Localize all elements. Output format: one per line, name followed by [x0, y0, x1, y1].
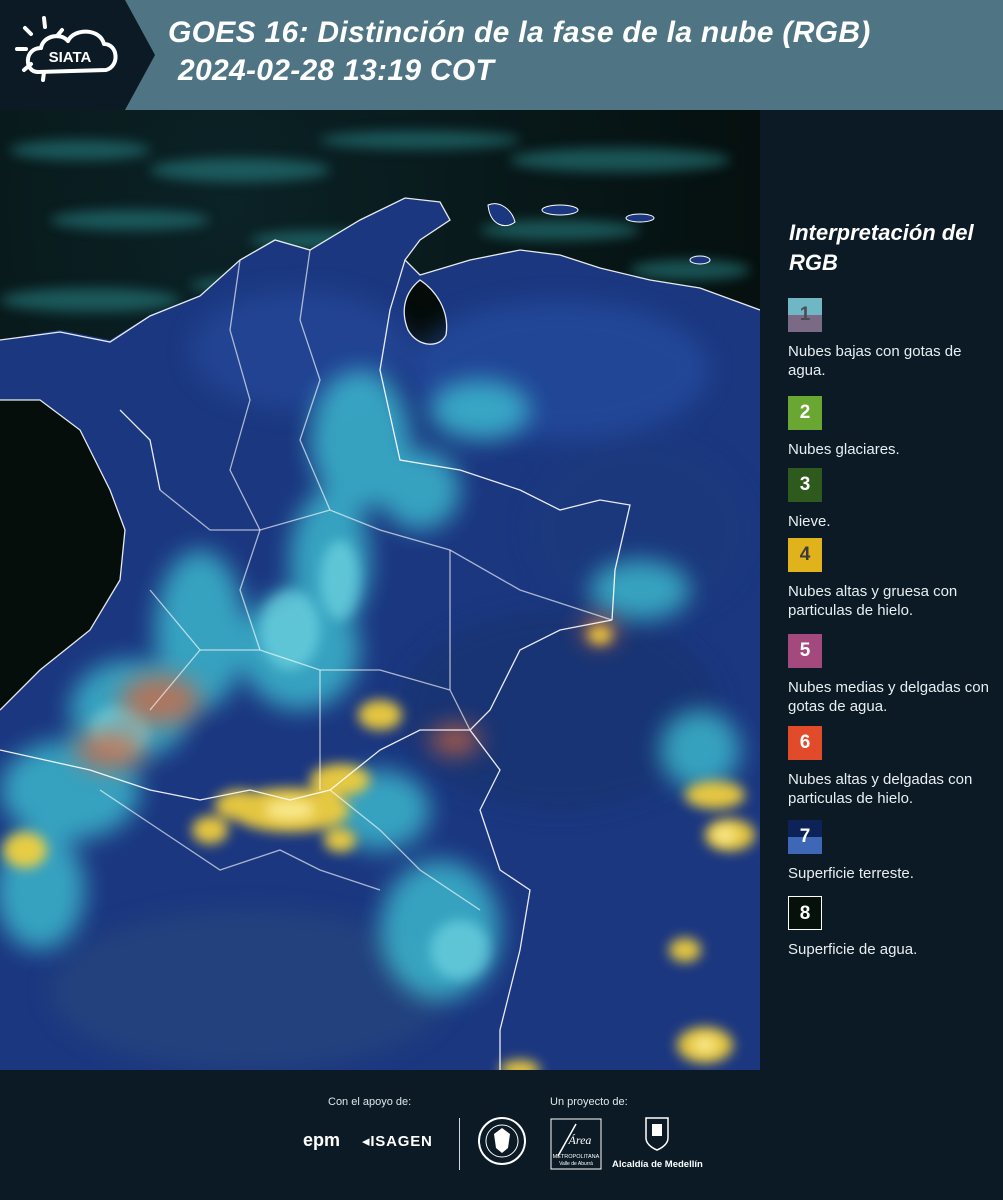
legend-number: 8: [799, 903, 811, 924]
medellin-shield-icon: [645, 1117, 669, 1151]
legend-item-4: 4 Nubes altas y gruesa con particulas de…: [788, 538, 998, 620]
header-bar: SIATA GOES 16: Distinción de la fase de …: [0, 0, 1003, 110]
legend-number: 2: [799, 402, 811, 423]
legend-item-6: 6 Nubes altas y delgadas con particulas …: [788, 726, 998, 808]
logo-panel: SIATA: [0, 0, 125, 110]
siata-logo-icon: SIATA: [15, 16, 118, 82]
legend-item-5: 5 Nubes medias y delgadas con gotas de a…: [788, 634, 998, 716]
logo-text: SIATA: [49, 49, 92, 66]
legend-swatch: 3: [788, 468, 822, 502]
legend-label: Nubes bajas con gotas de agua.: [788, 343, 962, 379]
page-title: GOES 16: Distinción de la fase de la nub…: [168, 16, 871, 49]
satellite-map: [0, 110, 760, 1070]
legend-label: Nieve.: [788, 513, 831, 530]
legend-swatch: 2: [788, 396, 822, 430]
timestamp: 2024-02-28 13:19 COT: [178, 54, 495, 87]
legend-swatch: 6: [788, 726, 822, 760]
legend-item-2: 2 Nubes glaciares.: [788, 396, 998, 459]
legend-label: Nubes altas y gruesa con particulas de h…: [788, 583, 958, 619]
isagen-logo: ◂ISAGEN: [362, 1132, 433, 1150]
logo-arrow: [125, 0, 155, 110]
amva-line1: METROPOLITANA: [553, 1154, 600, 1160]
legend-swatch: 1: [788, 298, 822, 332]
medellin-logo: Alcaldía de Medellín: [612, 1116, 703, 1170]
isagen-text: ISAGEN: [370, 1133, 433, 1150]
amva-line2: Valle de Aburrá: [559, 1161, 593, 1167]
legend-item-1: 1 Nubes bajas con gotas de agua.: [788, 298, 998, 380]
legend-swatch: 8: [788, 896, 822, 930]
footer: Con el apoyo de: Un proyecto de: epm ◂IS…: [0, 1070, 1003, 1200]
legend-label: Nubes altas y delgadas con particulas de…: [788, 771, 973, 807]
amva-icon: Área METROPOLITANA Valle de Aburrá: [550, 1118, 602, 1170]
legend-number: 4: [799, 544, 811, 565]
legend-swatch: 4: [788, 538, 822, 572]
footer-divider: [459, 1118, 460, 1170]
map-image: [0, 110, 760, 1070]
legend-item-7: 7 Superficie terreste.: [788, 820, 998, 883]
legend-number: 6: [799, 732, 811, 753]
legend-title: Interpretación del RGB: [789, 220, 974, 275]
legend-label: Superficie de agua.: [788, 941, 918, 958]
legend-label: Nubes glaciares.: [788, 441, 900, 458]
legend-number: 5: [799, 640, 811, 661]
legend-swatch: 7: [788, 820, 822, 854]
project-label: Un proyecto de:: [550, 1096, 628, 1108]
legend-item-8: 8 Superficie de agua.: [788, 896, 998, 959]
amva-name: Área: [568, 1133, 592, 1147]
amva-logo: Área METROPOLITANA Valle de Aburrá: [550, 1118, 602, 1175]
legend-label: Nubes medias y delgadas con gotas de agu…: [788, 679, 989, 715]
legend-number: 3: [799, 474, 811, 495]
legend-panel: Interpretación del RGB 1 Nubes bajas con…: [775, 110, 1003, 1070]
epm-logo: epm: [303, 1130, 341, 1150]
legend-item-3: 3 Nieve.: [788, 468, 998, 531]
legend-swatch: 5: [788, 634, 822, 668]
antioquia-seal-icon: [478, 1117, 526, 1165]
legend-number: 1: [799, 304, 811, 325]
support-label: Con el apoyo de:: [328, 1096, 412, 1108]
medellin-text: Alcaldía de Medellín: [612, 1159, 703, 1170]
legend-label: Superficie terreste.: [788, 865, 914, 882]
legend-number: 7: [799, 826, 811, 847]
